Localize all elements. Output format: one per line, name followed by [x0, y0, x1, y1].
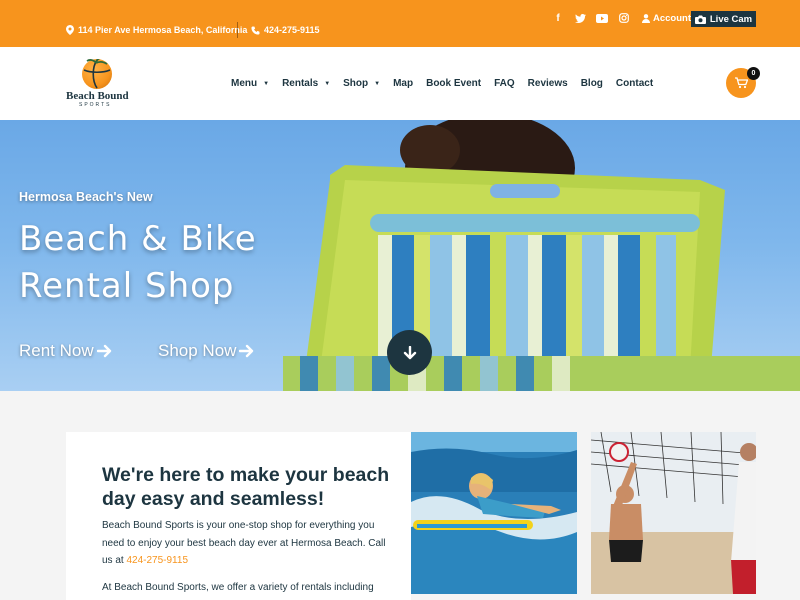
- top-bar: 114 Pier Ave Hermosa Beach, California 4…: [0, 0, 800, 47]
- youtube-icon[interactable]: [596, 12, 608, 24]
- camera-icon: [694, 15, 706, 24]
- nav-label: Contact: [615, 78, 654, 89]
- main-nav: Menu ▼ Rentals ▼ Shop ▼ Map Book Event FAQ …: [231, 78, 666, 89]
- caret-down-icon: ▼: [263, 80, 270, 87]
- cart-icon: [734, 77, 748, 89]
- volleyball-photo: [591, 432, 756, 594]
- scroll-down-button[interactable]: [387, 330, 432, 375]
- logo-subtitle: SPORTS: [79, 102, 112, 108]
- nav-label: Menu: [231, 78, 258, 89]
- nav-label: Shop: [343, 78, 369, 89]
- nav-item-blog[interactable]: Blog: [581, 78, 603, 89]
- nav-label: Map: [393, 78, 414, 89]
- facebook-icon[interactable]: f: [552, 12, 564, 24]
- intro-heading: We're here to make your beach day easy a…: [102, 464, 390, 510]
- nav-item-shop[interactable]: Shop ▼: [343, 78, 380, 89]
- nav-item-menu[interactable]: Menu ▼: [231, 78, 269, 89]
- twitter-icon[interactable]: [574, 12, 586, 24]
- hero-banner: Hermosa Beach's New Beach & Bike Rental …: [0, 120, 800, 391]
- logo[interactable]: Beach Bound SPORTS: [66, 59, 138, 109]
- nav-label: Reviews: [527, 78, 568, 89]
- phone-link[interactable]: 424-275-9115: [251, 25, 320, 35]
- arrow-down-icon: [403, 345, 416, 359]
- live-cam-label: Live Cam: [709, 13, 753, 25]
- address-text: 114 Pier Ave Hermosa Beach, California: [78, 25, 248, 35]
- address[interactable]: 114 Pier Ave Hermosa Beach, California: [66, 25, 247, 35]
- rent-now-label: Rent Now: [19, 341, 94, 360]
- phone-icon: [251, 25, 260, 35]
- divider: [237, 22, 238, 38]
- hero-title: Beach & Bike Rental Shop: [19, 219, 257, 306]
- user-icon: [642, 14, 650, 23]
- social-links: f: [552, 12, 630, 24]
- nav-label: Rentals: [282, 78, 319, 89]
- caret-down-icon: ▼: [374, 80, 381, 87]
- nav-label: FAQ: [494, 78, 515, 89]
- account-link[interactable]: Account: [642, 13, 691, 24]
- phone-text: 424-275-9115: [264, 25, 320, 35]
- live-cam-button[interactable]: Live Cam: [691, 11, 756, 27]
- map-pin-icon: [66, 25, 74, 35]
- intro-paragraph: Beach Bound Sports is your one-stop shop…: [102, 517, 392, 570]
- nav-item-map[interactable]: Map: [393, 78, 413, 89]
- arrow-right-icon: [96, 344, 111, 358]
- nav-item-rentals[interactable]: Rentals ▼: [282, 78, 330, 89]
- beach-ball-logo-icon: [82, 59, 112, 89]
- nav-item-contact[interactable]: Contact: [616, 78, 653, 89]
- arrow-right-icon: [239, 344, 254, 358]
- intro-phone-link[interactable]: 424-275-9115: [126, 555, 188, 566]
- logo-name: Beach Bound: [66, 90, 129, 102]
- nav-item-reviews[interactable]: Reviews: [528, 78, 568, 89]
- cart-count-badge: 0: [747, 67, 760, 80]
- shop-now-label: Shop Now: [158, 341, 237, 360]
- account-label: Account: [653, 13, 691, 24]
- instagram-icon[interactable]: [618, 12, 630, 24]
- shop-now-link[interactable]: Shop Now: [158, 341, 255, 361]
- nav-item-book-event[interactable]: Book Event: [426, 78, 481, 89]
- hero-kicker: Hermosa Beach's New: [19, 190, 153, 204]
- intro-card: We're here to make your beach day easy a…: [66, 432, 411, 600]
- bodyboarding-photo: [411, 432, 577, 594]
- nav-item-faq[interactable]: FAQ: [494, 78, 515, 89]
- rent-now-link[interactable]: Rent Now: [19, 341, 113, 361]
- rentals-paragraph: At Beach Bound Sports, we offer a variet…: [102, 582, 374, 593]
- nav-label: Blog: [580, 78, 603, 89]
- caret-down-icon: ▼: [324, 80, 331, 87]
- nav-label: Book Event: [426, 78, 482, 89]
- site-header: Beach Bound SPORTS Menu ▼ Rentals ▼ Shop ▼ …: [0, 47, 800, 120]
